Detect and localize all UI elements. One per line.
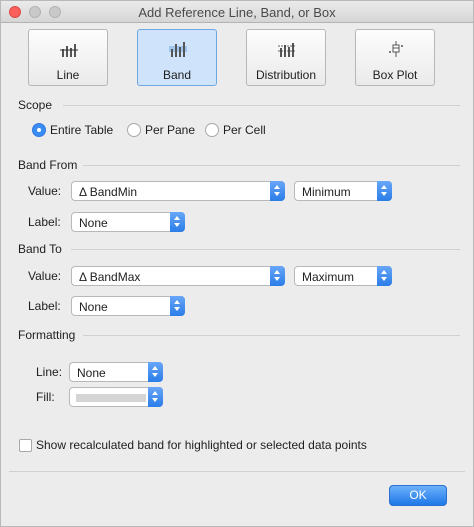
- line-format-label: Line:: [36, 365, 63, 379]
- type-band-label: Band: [162, 68, 192, 82]
- radio-unselected-icon: [205, 123, 219, 137]
- box-plot-icon: [389, 41, 403, 57]
- scope-entire-table-label: Entire Table: [50, 123, 114, 137]
- reference-line-icon: [60, 44, 78, 57]
- line-format-dropdown[interactable]: None: [69, 362, 163, 382]
- radio-unselected-icon: [127, 123, 141, 137]
- window-title: Add Reference Line, Band, or Box: [138, 5, 336, 20]
- band-from-label-dropdown[interactable]: None: [71, 212, 185, 232]
- type-box-plot-button[interactable]: Box Plot: [355, 29, 435, 86]
- dialog-window: Add Reference Line, Band, or Box Line Ba…: [0, 0, 474, 527]
- radio-selected-icon: [32, 123, 46, 137]
- band-from-aggregation-dropdown[interactable]: Minimum: [294, 181, 392, 201]
- chevron-up-down-icon: [270, 181, 285, 201]
- reference-band-icon: [169, 42, 187, 57]
- band-to-label-label: Label:: [28, 299, 61, 313]
- fill-color-swatch: [76, 394, 146, 402]
- chevron-up-down-icon: [377, 181, 392, 201]
- band-from-heading: Band From: [18, 158, 78, 172]
- type-box-plot-label: Box Plot: [372, 68, 418, 82]
- band-from-value-text: Δ BandMin: [79, 185, 138, 199]
- chevron-up-down-icon: [148, 387, 163, 407]
- footer-separator: [9, 471, 465, 472]
- type-distribution-button[interactable]: Distribution: [246, 29, 326, 86]
- band-to-separator: [71, 249, 460, 250]
- band-to-heading: Band To: [18, 242, 62, 256]
- type-distribution-label: Distribution: [255, 68, 317, 82]
- band-to-value-text: Δ BandMax: [79, 270, 141, 284]
- fill-color-dropdown[interactable]: [69, 387, 163, 407]
- type-line-label: Line: [56, 68, 80, 82]
- band-to-label-dropdown[interactable]: None: [71, 296, 185, 316]
- ok-button[interactable]: OK: [389, 485, 447, 506]
- scope-heading: Scope: [18, 98, 53, 112]
- show-recalculated-label: Show recalculated band for highlighted o…: [36, 438, 367, 452]
- title-bar: Add Reference Line, Band, or Box: [1, 1, 473, 23]
- chevron-up-down-icon: [148, 362, 163, 382]
- scope-per-pane-label: Per Pane: [145, 123, 196, 137]
- band-to-label-text: None: [79, 300, 108, 314]
- chevron-up-down-icon: [270, 266, 285, 286]
- formatting-separator: [83, 335, 460, 336]
- type-line-button[interactable]: Line: [28, 29, 108, 86]
- band-from-separator: [83, 165, 460, 166]
- band-to-value-label: Value:: [28, 269, 62, 283]
- band-from-label-label: Label:: [28, 215, 61, 229]
- band-from-aggregation-text: Minimum: [302, 185, 351, 199]
- band-to-aggregation-text: Maximum: [302, 270, 355, 284]
- band-to-value-dropdown[interactable]: Δ BandMax: [71, 266, 285, 286]
- scope-separator: [63, 105, 460, 106]
- band-to-aggregation-dropdown[interactable]: Maximum: [294, 266, 392, 286]
- type-band-button[interactable]: Band: [137, 29, 217, 86]
- band-from-value-label: Value:: [28, 184, 62, 198]
- line-format-text: None: [77, 366, 106, 380]
- band-from-label-text: None: [79, 216, 108, 230]
- scope-per-cell-label: Per Cell: [223, 123, 266, 137]
- chevron-up-down-icon: [170, 296, 185, 316]
- distribution-icon: [278, 43, 296, 57]
- fill-format-label: Fill:: [36, 390, 55, 404]
- band-from-value-dropdown[interactable]: Δ BandMin: [71, 181, 285, 201]
- formatting-heading: Formatting: [18, 328, 76, 342]
- show-recalculated-checkbox[interactable]: [19, 439, 32, 452]
- chevron-up-down-icon: [377, 266, 392, 286]
- chevron-up-down-icon: [170, 212, 185, 232]
